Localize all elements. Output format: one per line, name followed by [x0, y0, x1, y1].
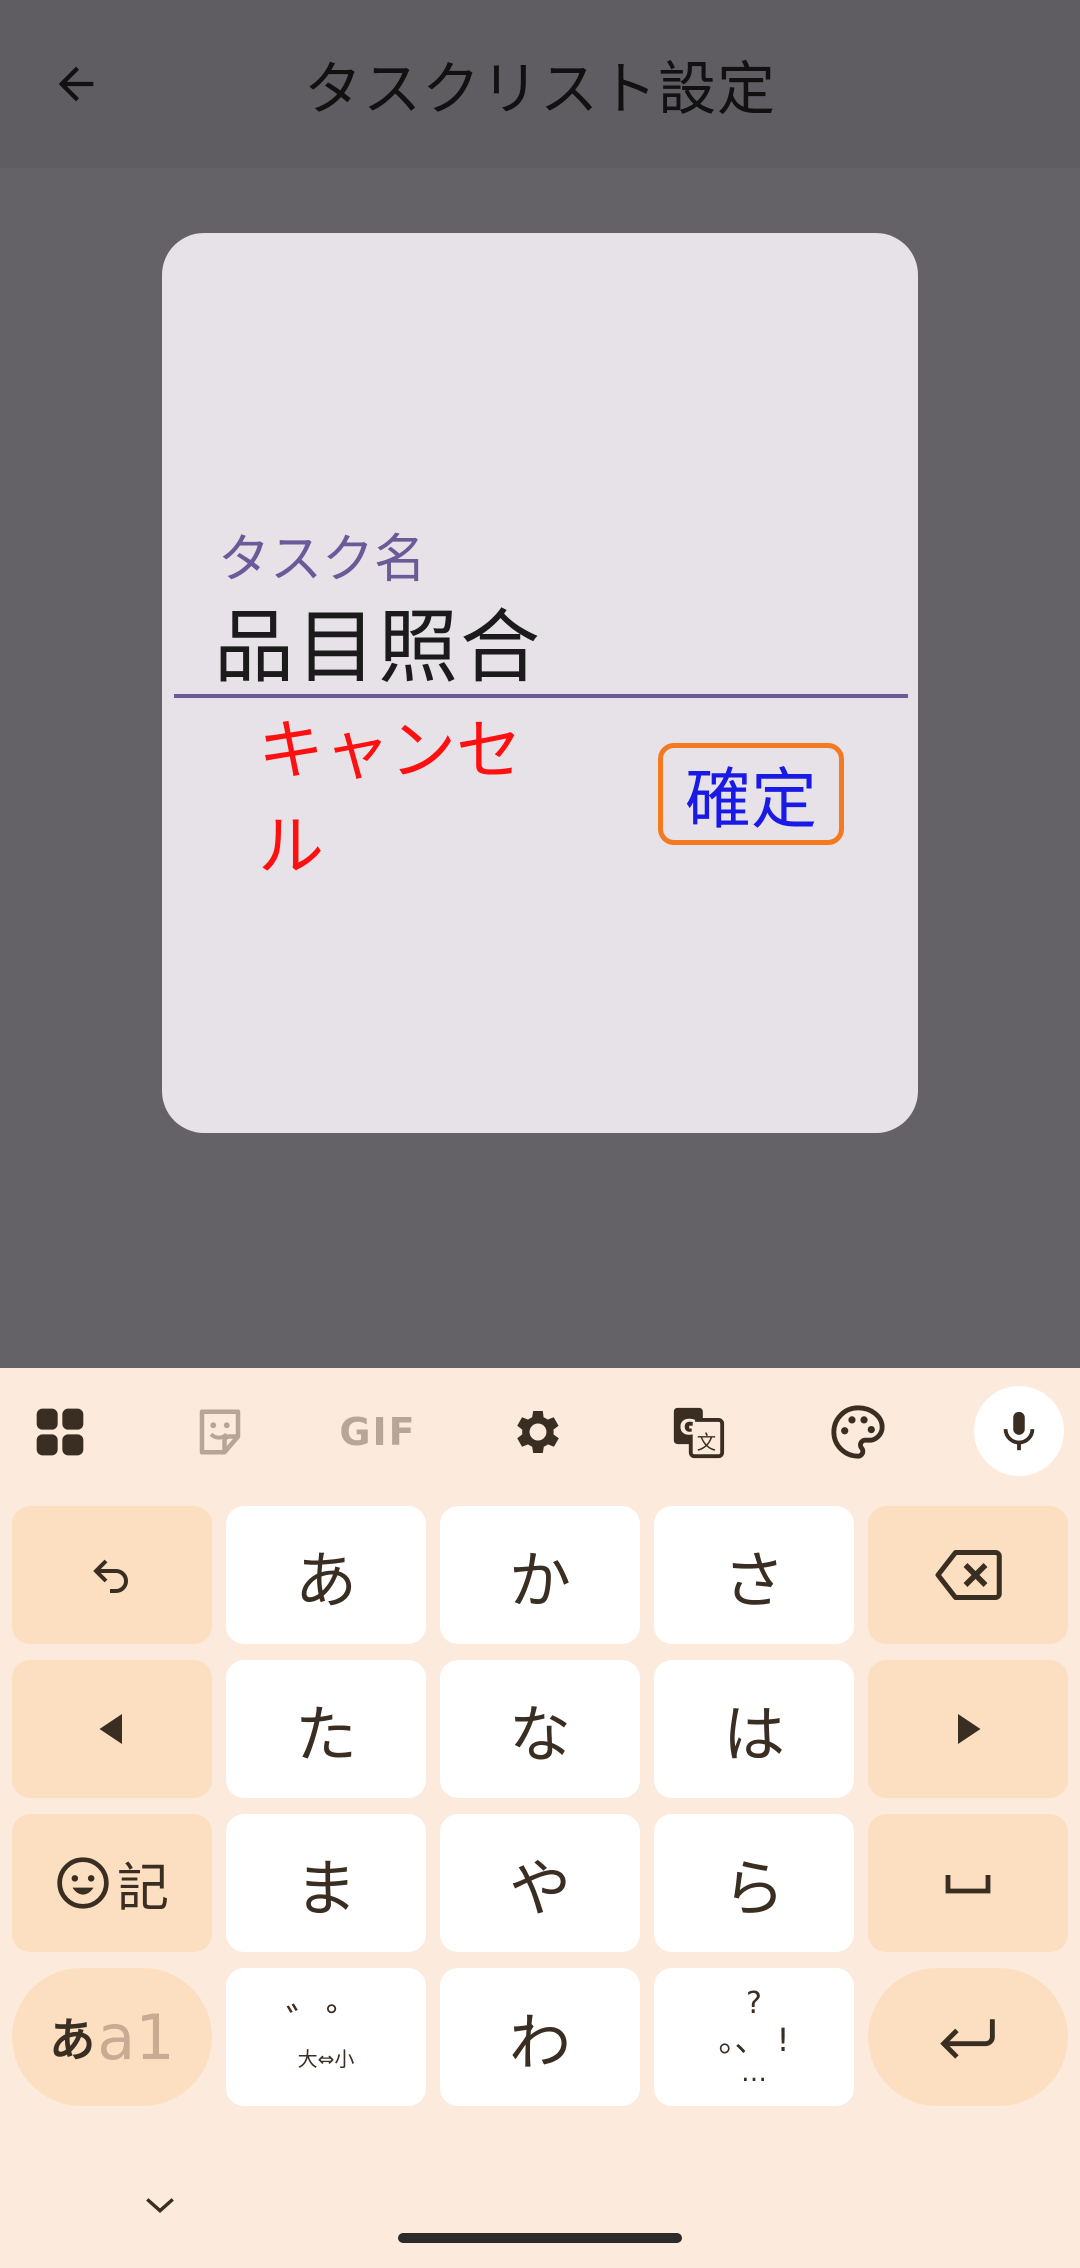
mode-alnum-label: a1 — [97, 2000, 175, 2074]
enter-icon — [940, 2019, 995, 2059]
page-title: タスクリスト設定 — [303, 55, 776, 123]
task-name-input[interactable]: 品目照合 — [214, 583, 542, 699]
svg-text:文: 文 — [697, 1431, 716, 1454]
key-ta[interactable]: た — [226, 1660, 426, 1798]
soft-keyboard: GIF G 文 あ か さ た な は 記 ま や ら あ a1 ゛゜ 大⇔小 … — [0, 1368, 1080, 2268]
undo-icon — [93, 1559, 128, 1593]
apps-grid-icon[interactable] — [12, 1384, 108, 1480]
cancel-button[interactable]: キャンセル — [258, 712, 558, 885]
punctuation-marks: 。、 ! — [718, 2021, 790, 2059]
cursor-left-key[interactable] — [12, 1660, 212, 1798]
input-mode-key[interactable]: あ a1 — [12, 1968, 212, 2106]
hide-keyboard-button[interactable] — [130, 2180, 190, 2230]
key-ya[interactable]: や — [440, 1814, 640, 1952]
confirm-button[interactable]: 確定 — [658, 743, 844, 845]
space-key[interactable] — [868, 1814, 1068, 1952]
space-icon — [945, 1875, 991, 1894]
enter-key[interactable] — [868, 1968, 1068, 2106]
ellipsis: … — [741, 2058, 767, 2088]
key-na[interactable]: な — [440, 1660, 640, 1798]
triangle-left-icon — [99, 1714, 122, 1744]
task-name-dialog: タスク名 品目照合 キャンセル 確定 — [162, 233, 918, 1133]
key-sa[interactable]: さ — [654, 1506, 854, 1644]
svg-text:G: G — [679, 1415, 697, 1440]
palette-icon[interactable] — [810, 1384, 906, 1480]
microphone-icon[interactable] — [974, 1386, 1064, 1476]
translate-icon[interactable]: G 文 — [650, 1384, 746, 1480]
backspace-key[interactable] — [868, 1506, 1068, 1644]
backspace-icon — [935, 1550, 1002, 1600]
triangle-right-icon — [958, 1714, 981, 1744]
key-ma[interactable]: ま — [226, 1814, 426, 1952]
app-bar: タスクリスト設定 — [0, 0, 1080, 168]
punctuation-key[interactable]: ? 。、 ! … — [654, 1968, 854, 2106]
keyboard-toolbar: GIF G 文 — [0, 1368, 1080, 1498]
task-name-label: タスク名 — [218, 530, 427, 590]
question-mark: ? — [746, 1986, 762, 2021]
gear-icon[interactable] — [490, 1384, 586, 1480]
key-ha[interactable]: は — [654, 1660, 854, 1798]
key-wa[interactable]: わ — [440, 1968, 640, 2106]
key-ra[interactable]: ら — [654, 1814, 854, 1952]
dakuten-key[interactable]: ゛゜ 大⇔小 — [226, 1968, 426, 2106]
dakuten-symbols: ゛゜ — [286, 2001, 366, 2047]
mode-kana-label: あ — [49, 2013, 96, 2067]
gesture-nav-bar[interactable] — [398, 2233, 682, 2243]
size-toggle-label: 大⇔小 — [297, 2047, 355, 2071]
key-ka[interactable]: か — [440, 1506, 640, 1644]
smiley-icon — [57, 1857, 109, 1909]
chevron-down-icon — [146, 2198, 174, 2213]
emoji-kigo-key[interactable]: 記 — [12, 1814, 212, 1952]
sticker-icon[interactable] — [172, 1384, 268, 1480]
kigo-label: 記 — [116, 1858, 169, 1919]
gif-icon[interactable]: GIF — [330, 1384, 426, 1480]
undo-key[interactable] — [12, 1506, 212, 1644]
key-a[interactable]: あ — [226, 1506, 426, 1644]
cursor-right-key[interactable] — [868, 1660, 1068, 1798]
